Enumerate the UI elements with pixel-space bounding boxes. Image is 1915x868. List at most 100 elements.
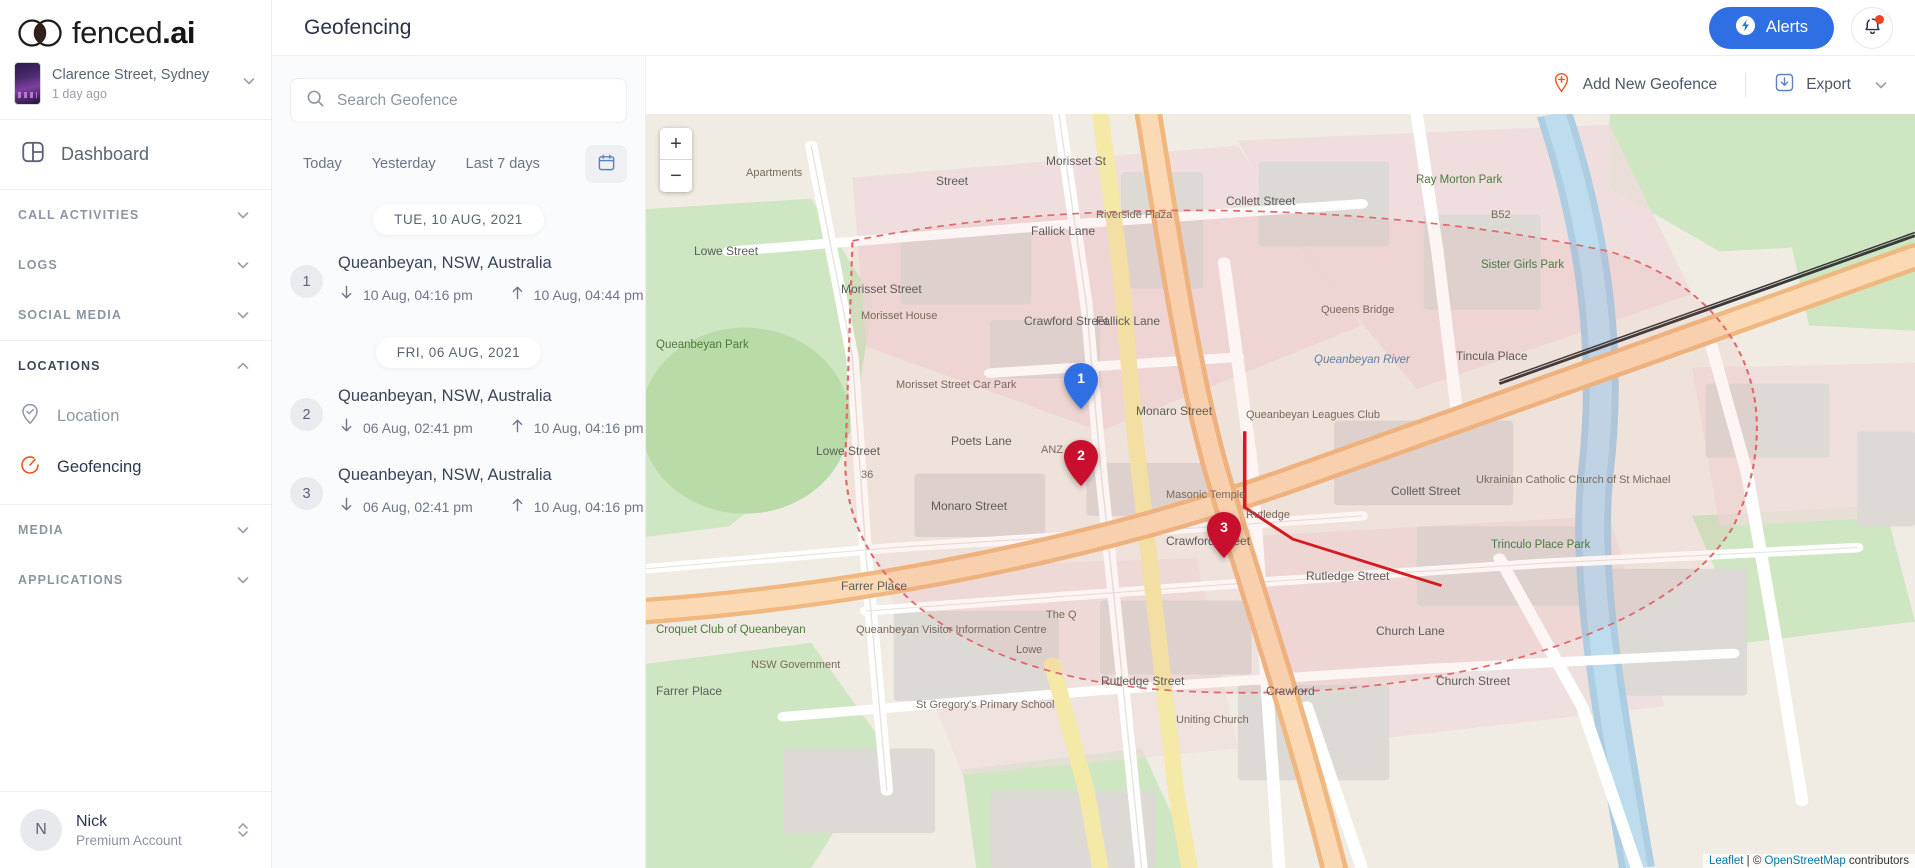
map-toolbar: Add New Geofence Export xyxy=(646,56,1915,114)
list-item-title: Queanbeyan, NSW, Australia xyxy=(338,387,552,405)
topbar: Geofencing Alerts xyxy=(272,0,1915,56)
chevron-down-icon[interactable] xyxy=(235,207,251,223)
sidebar-item-label: Location xyxy=(57,407,120,425)
notification-badge xyxy=(1875,14,1884,24)
map-zoom-control: + − xyxy=(660,128,692,192)
chevron-down-icon[interactable] xyxy=(1873,77,1889,93)
map-pin-plus-icon xyxy=(1551,72,1572,98)
export-button[interactable]: Export xyxy=(1764,66,1861,104)
bolt-icon xyxy=(1735,15,1756,41)
arrow-down-icon xyxy=(338,417,355,439)
add-new-geofence-button[interactable]: Add New Geofence xyxy=(1541,66,1727,104)
download-icon xyxy=(1774,72,1795,98)
chevron-down-icon[interactable] xyxy=(241,73,257,94)
sidebar-section-label: APPLICATIONS xyxy=(18,573,124,587)
user-account-menu[interactable]: N Nick Premium Account xyxy=(0,791,271,868)
brand-name-bold: .ai xyxy=(162,15,196,50)
map-marker-number: 2 xyxy=(1077,447,1085,463)
map-marker-3[interactable]: 3 xyxy=(1207,512,1241,558)
sidebar-section-applications[interactable]: APPLICATIONS xyxy=(0,555,271,605)
notifications-button[interactable] xyxy=(1851,6,1893,49)
list-item-number: 3 xyxy=(290,477,323,510)
map-panel: Add New Geofence Export + − Apartments M… xyxy=(646,56,1915,868)
zoom-in-button[interactable]: + xyxy=(660,128,692,160)
content-body: Today Yesterday Last 7 days xyxy=(272,56,1915,868)
entry-time: 06 Aug, 02:41 pm xyxy=(363,420,473,436)
map-marker-number: 3 xyxy=(1220,519,1228,535)
arrow-down-icon xyxy=(338,496,355,518)
chevron-down-icon[interactable] xyxy=(235,257,251,273)
sidebar-item-location[interactable]: Location xyxy=(0,391,271,442)
sidebar-section-label: SOCIAL MEDIA xyxy=(18,308,122,322)
sidebar-section-call-activities[interactable]: CALL ACTIVITIES xyxy=(0,190,271,240)
dashboard-icon xyxy=(20,139,46,170)
arrow-down-icon xyxy=(338,284,355,306)
alerts-button[interactable]: Alerts xyxy=(1708,6,1834,49)
sidebar-item-label: Geofencing xyxy=(57,458,142,476)
brand-name-light: fenced xyxy=(72,15,163,50)
zoom-out-button[interactable]: − xyxy=(660,160,692,192)
device-selector[interactable]: Clarence Street, Sydney 1 day ago xyxy=(0,56,271,120)
list-item[interactable]: 3 Queanbeyan, NSW, Australia 06 Aug, 02:… xyxy=(272,461,645,540)
sidebar-section-media[interactable]: MEDIA xyxy=(0,505,271,555)
exit-time: 10 Aug, 04:44 pm xyxy=(533,287,644,303)
sidebar-section-locations[interactable]: LOCATIONS xyxy=(0,341,271,391)
search-icon xyxy=(306,89,325,113)
openstreetmap-link[interactable]: OpenStreetMap xyxy=(1765,855,1846,867)
search-container[interactable] xyxy=(290,78,627,123)
sidebar-section-logs[interactable]: LOGS xyxy=(0,240,271,290)
chevron-down-icon[interactable] xyxy=(235,522,251,538)
add-new-geofence-label: Add New Geofence xyxy=(1582,76,1718,93)
geofence-list-panel: Today Yesterday Last 7 days xyxy=(272,56,646,868)
avatar: N xyxy=(20,809,62,851)
filter-chip-today[interactable]: Today xyxy=(290,147,355,181)
map-marker-1[interactable]: 1 xyxy=(1064,363,1098,409)
chevron-up-icon[interactable] xyxy=(235,358,251,374)
map-marker-number: 1 xyxy=(1077,370,1085,386)
brand-name: fenced.ai xyxy=(72,15,196,51)
sidebar-section-label: LOCATIONS xyxy=(18,359,101,373)
sidebar-item-geofencing[interactable]: Geofencing xyxy=(0,442,271,493)
calendar-picker-button[interactable] xyxy=(585,145,627,183)
arrow-up-icon xyxy=(509,496,526,518)
attribution-tail: contributors xyxy=(1845,855,1909,867)
map-marker-2[interactable]: 2 xyxy=(1064,440,1098,486)
chevron-down-icon[interactable] xyxy=(235,572,251,588)
alerts-button-label: Alerts xyxy=(1765,18,1808,36)
geofence-icon xyxy=(18,453,42,482)
list-item[interactable]: 1 Queanbeyan, NSW, Australia 10 Aug, 04:… xyxy=(272,249,645,328)
page-title: Geofencing xyxy=(304,15,412,39)
filter-chip-yesterday[interactable]: Yesterday xyxy=(359,147,449,181)
entry-time: 06 Aug, 02:41 pm xyxy=(363,499,473,515)
sidebar-section-social-media[interactable]: SOCIAL MEDIA xyxy=(0,290,271,341)
geofence-list[interactable]: TUE, 10 AUG, 2021 1 Queanbeyan, NSW, Aus… xyxy=(272,195,645,868)
list-item[interactable]: 2 Queanbeyan, NSW, Australia 06 Aug, 02:… xyxy=(272,382,645,461)
filter-chip-last-7-days[interactable]: Last 7 days xyxy=(453,147,553,181)
arrow-up-icon xyxy=(509,284,526,306)
device-thumbnail xyxy=(14,62,41,105)
app-root: fenced.ai Clarence Street, Sydney 1 day … xyxy=(0,0,1915,868)
list-item-title: Queanbeyan, NSW, Australia xyxy=(338,254,552,272)
map-pin-icon: 1 xyxy=(1064,363,1098,409)
date-label: FRI, 06 AUG, 2021 xyxy=(375,337,542,368)
chevron-down-icon[interactable] xyxy=(235,307,251,323)
arrow-up-icon xyxy=(509,417,526,439)
device-last-seen: 1 day ago xyxy=(52,87,107,102)
search-input[interactable] xyxy=(337,91,611,110)
main-area: Geofencing Alerts Search Geofence Today … xyxy=(272,0,1915,868)
sidebar-section-label: CALL ACTIVITIES xyxy=(18,208,140,222)
date-label: TUE, 10 AUG, 2021 xyxy=(373,204,544,235)
leaflet-link[interactable]: Leaflet xyxy=(1709,855,1744,867)
sidebar-divider xyxy=(0,493,271,505)
sidebar-section-label: MEDIA xyxy=(18,523,64,537)
export-label: Export xyxy=(1806,76,1851,93)
map-basemap xyxy=(646,114,1915,868)
user-plan: Premium Account xyxy=(76,832,182,848)
sidebar-item-dashboard[interactable]: Dashboard xyxy=(0,120,271,190)
chevron-updown-icon[interactable] xyxy=(235,820,251,840)
map-attribution: Leaflet | © OpenStreetMap contributors xyxy=(1702,854,1915,868)
map-canvas[interactable]: + − Apartments Morisset Street Morisset Ho… xyxy=(646,114,1915,868)
brand-header[interactable]: fenced.ai xyxy=(0,0,271,56)
sidebar-item-label: Dashboard xyxy=(61,144,150,164)
device-name: Clarence Street, Sydney xyxy=(52,66,210,83)
